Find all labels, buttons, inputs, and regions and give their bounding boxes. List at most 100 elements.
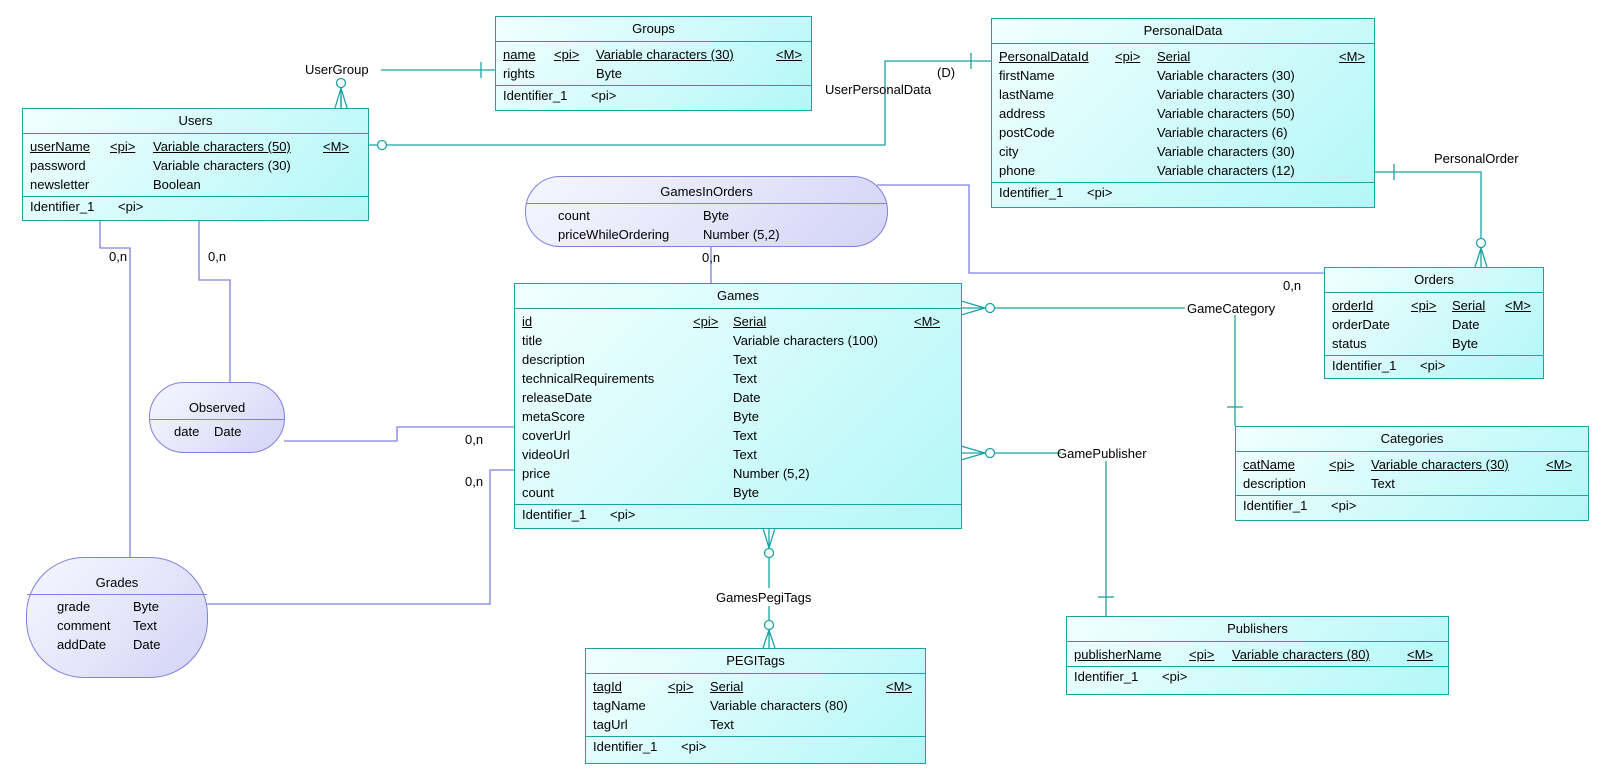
identifier-row: Identifier_1 <pi> <box>1325 356 1543 379</box>
attribute-row[interactable]: count Byte <box>522 483 961 502</box>
attribute-name: orderId <box>1332 298 1374 313</box>
attribute-row[interactable]: userName <pi> Variable characters (50) <M> <box>30 137 368 156</box>
association-observed[interactable]: Observed date Date <box>149 382 285 453</box>
attribute-name: postCode <box>999 125 1055 140</box>
attribute-name: count <box>522 485 554 500</box>
attribute-row[interactable]: description Text <box>522 350 961 369</box>
identifier-row: Identifier_1 <pi> <box>23 197 368 220</box>
rel-personalorder[interactable]: PersonalOrder <box>1434 151 1519 166</box>
attribute-row[interactable]: grade Byte <box>27 597 207 616</box>
entity-groups[interactable]: Groups name <pi> Variable characters (30) <M… <box>495 16 812 111</box>
attribute-row[interactable]: comment Text <box>27 616 207 635</box>
attribute-name: count <box>558 208 590 223</box>
attribute-row[interactable]: technicalRequirements Text <box>522 369 961 388</box>
attribute-mandatory: <M> <box>1546 457 1573 472</box>
attribute-row[interactable]: tagName Variable characters (80) <box>593 696 925 715</box>
attribute-row[interactable]: title Variable characters (100) <box>522 331 961 350</box>
attribute-row[interactable]: publisherName <pi> Variable characters (80… <box>1074 645 1448 664</box>
attribute-row[interactable]: rights Byte <box>503 64 811 83</box>
entity-title: Publishers <box>1067 617 1448 642</box>
attribute-row[interactable]: lastName Variable characters (30) <box>999 85 1374 104</box>
identifier-key: <pi> <box>610 507 636 522</box>
attribute-name: userName <box>30 139 90 154</box>
attribute-name: price <box>522 466 551 481</box>
attribute-row[interactable]: tagUrl Text <box>593 715 925 734</box>
attribute-row[interactable]: count Byte <box>526 206 887 225</box>
attribute-row[interactable]: date Date <box>150 422 284 441</box>
attribute-name: description <box>522 352 585 367</box>
attribute-row[interactable]: description Text <box>1243 474 1588 493</box>
entity-title: Users <box>23 109 368 134</box>
entity-pegitags[interactable]: PEGITags tagId <pi> Serial <M> tagName Variabl… <box>585 648 926 764</box>
attribute-type: Serial <box>1157 49 1191 64</box>
identifier-row: Identifier_1 <pi> <box>1067 667 1448 690</box>
entity-games[interactable]: Games id <pi> Serial <M> title Variable charac… <box>514 283 962 529</box>
attribute-row[interactable]: city Variable characters (30) <box>999 142 1374 161</box>
entity-title: PEGITags <box>586 649 925 674</box>
entity-categories[interactable]: Categories catName <pi> Variable characters… <box>1235 426 1589 521</box>
rel-gamepublisher[interactable]: GamePublisher <box>1057 446 1147 461</box>
association-gamesinorders[interactable]: GamesInOrders count Byte priceWhileOrdering… <box>525 176 888 247</box>
attribute-row[interactable]: addDate Date <box>27 635 207 654</box>
identifier-name: Identifier_1 <box>30 199 95 214</box>
attribute-type: Variable characters (30) <box>153 158 291 173</box>
attribute-name: tagUrl <box>593 717 628 732</box>
entity-personaldata[interactable]: PersonalData PersonalDataId <pi> Serial <M> f… <box>991 18 1375 208</box>
attribute-type: Variable characters (50) <box>1157 106 1295 121</box>
attribute-row[interactable]: PersonalDataId <pi> Serial <M> <box>999 47 1374 66</box>
rel-gamecategory[interactable]: GameCategory <box>1187 301 1275 316</box>
attribute-type: Date <box>133 637 161 652</box>
attribute-row[interactable]: metaScore Byte <box>522 407 961 426</box>
attribute-row[interactable]: priceWhileOrdering Number (5,2) <box>526 225 887 244</box>
attribute-type: Date <box>1452 317 1480 332</box>
attribute-type: Text <box>710 717 734 732</box>
attribute-row[interactable]: newsletter Boolean <box>30 175 368 194</box>
rel-gamespegitags[interactable]: GamesPegiTags <box>716 590 811 605</box>
attribute-row[interactable]: address Variable characters (50) <box>999 104 1374 123</box>
attribute-type: Text <box>733 371 757 386</box>
attribute-row[interactable]: postCode Variable characters (6) <box>999 123 1374 142</box>
rel-userpersonaldata[interactable]: UserPersonalData <box>825 82 931 97</box>
association-grades[interactable]: Grades grade Byte comment Text addDate Date <box>26 557 208 678</box>
attribute-row[interactable]: releaseDate Date <box>522 388 961 407</box>
attribute-name: name <box>503 47 536 62</box>
attribute-key: <pi> <box>1115 49 1141 64</box>
attribute-name: metaScore <box>522 409 585 424</box>
attribute-row[interactable]: id <pi> Serial <M> <box>522 312 961 331</box>
identifier-key: <pi> <box>1331 498 1357 513</box>
entity-publishers[interactable]: Publishers publisherName <pi> Variable char… <box>1066 616 1449 695</box>
users-grades-line <box>99 220 131 557</box>
attribute-row[interactable]: phone Variable characters (12) <box>999 161 1374 180</box>
attribute-row[interactable]: tagId <pi> Serial <M> <box>593 677 925 696</box>
attribute-type: Text <box>133 618 157 633</box>
attribute-type: Number (5,2) <box>733 466 810 481</box>
attribute-list: orderId <pi> Serial <M> orderDate Date status B… <box>1325 293 1543 356</box>
attribute-row[interactable]: orderId <pi> Serial <M> <box>1332 296 1543 315</box>
attribute-name: id <box>522 314 533 329</box>
attribute-type: Variable characters (6) <box>1157 125 1288 140</box>
attribute-name: title <box>522 333 543 348</box>
attribute-row[interactable]: coverUrl Text <box>522 426 961 445</box>
attribute-key: <pi> <box>1189 647 1215 662</box>
identifier-name: Identifier_1 <box>1074 669 1139 684</box>
attribute-mandatory: <M> <box>1407 647 1434 662</box>
rel-usergroup[interactable]: UserGroup <box>305 62 369 77</box>
attribute-row[interactable]: firstName Variable characters (30) <box>999 66 1374 85</box>
attribute-name: catName <box>1243 457 1296 472</box>
attribute-name: grade <box>57 599 91 614</box>
attribute-row[interactable]: name <pi> Variable characters (30) <M> <box>503 45 811 64</box>
attribute-row[interactable]: password Variable characters (30) <box>30 156 368 175</box>
attribute-row[interactable]: videoUrl Text <box>522 445 961 464</box>
attribute-row[interactable]: status Byte <box>1332 334 1543 353</box>
dependency-marker: (D) <box>937 65 956 80</box>
attribute-mandatory: <M> <box>323 139 350 154</box>
attribute-type: Date <box>214 424 242 439</box>
identifier-row: Identifier_1 <pi> <box>515 505 961 528</box>
attribute-row[interactable]: catName <pi> Variable characters (30) <M> <box>1243 455 1588 474</box>
entity-users[interactable]: Users userName <pi> Variable characters (50… <box>22 108 369 221</box>
attribute-row[interactable]: orderDate Date <box>1332 315 1543 334</box>
attribute-type: Byte <box>703 208 730 223</box>
attribute-row[interactable]: price Number (5,2) <box>522 464 961 483</box>
entity-orders[interactable]: Orders orderId <pi> Serial <M> orderDate Date s… <box>1324 267 1544 379</box>
association-title: Grades <box>27 558 207 595</box>
